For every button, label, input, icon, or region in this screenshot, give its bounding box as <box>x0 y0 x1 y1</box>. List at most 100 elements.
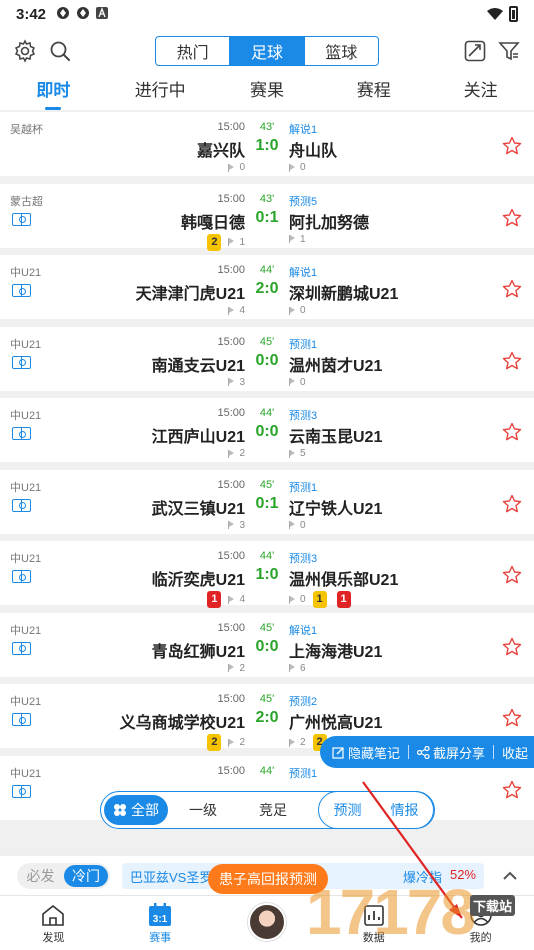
toggle-lengmen[interactable]: 冷门 <box>64 865 108 887</box>
nav-discover-label: 发现 <box>42 932 65 944</box>
favorite-star-icon[interactable] <box>502 136 522 156</box>
corner-flag-icon <box>289 163 296 172</box>
tab-schedule[interactable]: 赛程 <box>320 76 427 110</box>
home-corners: 3 <box>239 376 245 388</box>
status-bar: 3:42 <box>0 0 534 28</box>
away-team: 舟山队 <box>289 143 338 160</box>
hide-notes-button[interactable]: 隐藏笔记 <box>332 743 400 762</box>
filter-predict-button[interactable]: 预测 <box>319 800 376 820</box>
calendar-icon-text: 3:1 <box>153 914 168 925</box>
favorite-star-icon[interactable] <box>502 637 522 657</box>
match-row[interactable]: 中U21 15:00 45' 预测1 南通支云U21 0:0 温州茵才U21 3 0 <box>0 326 534 391</box>
pitch-icon[interactable] <box>12 212 31 226</box>
pitch-icon[interactable] <box>12 427 31 440</box>
sport-segmented-control: 热门 足球 篮球 <box>155 36 379 66</box>
screenshot-share-button[interactable]: 截屏分享 <box>417 743 485 762</box>
app-notification-icon <box>56 6 70 23</box>
match-tag-link[interactable]: 解说1 <box>289 264 317 280</box>
search-icon[interactable] <box>45 36 75 66</box>
nav-matches-label: 赛事 <box>149 932 172 944</box>
home-stats: 22 <box>204 734 245 751</box>
match-row[interactable]: 蒙古超 15:00 43' 预测5 韩嘎日德 0:1 阿扎加努德 2 1 1 <box>0 183 534 251</box>
nav-matches[interactable]: 3:1 赛事 <box>107 896 214 950</box>
match-time: 15:00 <box>217 693 245 705</box>
corner-flag-icon <box>228 738 235 747</box>
pitch-icon[interactable] <box>12 355 31 369</box>
match-score: 0:0 <box>255 351 279 369</box>
bifa-lengmen-toggle[interactable]: 必发 冷门 <box>17 863 110 889</box>
favorite-star-icon[interactable] <box>502 565 522 585</box>
filter-icon[interactable] <box>494 36 524 66</box>
corner-flag-icon <box>228 378 235 386</box>
match-tag-link[interactable]: 预测2 <box>289 693 317 709</box>
match-row[interactable]: 中U21 15:00 45' 解说1 青岛红狮U21 0:0 上海海港U21 2 6 <box>0 612 534 677</box>
match-tag-link[interactable]: 预测3 <box>289 550 317 566</box>
favorite-star-icon[interactable] <box>502 351 522 371</box>
tab-live[interactable]: 即时 <box>0 76 107 110</box>
filter-all-button[interactable]: 全部 <box>104 795 168 825</box>
corner-flag-icon <box>289 664 296 672</box>
match-tag-link[interactable]: 预测1 <box>289 765 317 781</box>
match-time: 15:00 <box>217 621 245 634</box>
favorite-star-icon[interactable] <box>502 279 522 299</box>
match-score: 1:0 <box>255 566 279 583</box>
filter-jingzu-button[interactable]: 竞足 <box>238 800 308 820</box>
filter-level1-button[interactable]: 一级 <box>168 800 238 820</box>
favorite-star-icon[interactable] <box>502 780 522 800</box>
league-name: 中U21 <box>10 267 42 279</box>
pitch-icon[interactable] <box>12 641 31 655</box>
favorite-star-icon[interactable] <box>502 422 522 442</box>
away-stats: 5 <box>289 448 306 459</box>
red-card-badge: 1 <box>207 591 222 608</box>
tab-following[interactable]: 关注 <box>427 76 534 110</box>
corner-flag-icon <box>289 449 296 458</box>
away-corners: 0 <box>300 594 306 605</box>
match-tag-link[interactable]: 预测3 <box>289 407 317 423</box>
home-corners: 4 <box>239 305 245 316</box>
match-row[interactable]: 中U21 15:00 44' 解说1 天津津门虎U21 2:0 深圳新鹏城U21 4 0 <box>0 255 534 319</box>
tab-results[interactable]: 赛果 <box>214 76 321 110</box>
segment-hot[interactable]: 热门 <box>156 37 231 65</box>
settings-gear-icon[interactable] <box>10 36 40 66</box>
match-row[interactable]: 吴越杯 15:00 43' 解说1 嘉兴队 1:0 舟山队 0 0 <box>0 112 534 176</box>
match-row[interactable]: 中U21 15:00 44' 预测3 江西庐山U21 0:0 云南玉昆U21 2 5 <box>0 398 534 462</box>
yellow-card-badge: 2 <box>207 233 222 251</box>
match-row[interactable]: 中U21 15:00 44' 预测3 临沂奕虎U21 1:0 温州俱乐部U21 1 4 0 1 1 <box>0 541 534 608</box>
match-tag-link[interactable]: 预测5 <box>289 193 317 209</box>
favorite-star-icon[interactable] <box>502 708 522 728</box>
match-tag-link[interactable]: 预测1 <box>289 336 317 352</box>
pitch-icon[interactable] <box>12 784 31 798</box>
match-tag-link[interactable]: 预测1 <box>289 479 317 495</box>
pitch-icon[interactable] <box>12 284 31 297</box>
trend-chart-icon[interactable] <box>460 36 490 66</box>
away-team: 温州茵才U21 <box>289 357 383 375</box>
pitch-icon[interactable] <box>12 498 31 512</box>
corner-flag-icon <box>289 235 296 243</box>
favorite-star-icon[interactable] <box>502 494 522 514</box>
league-name: 中U21 <box>10 553 42 565</box>
match-score: 0:1 <box>255 494 279 512</box>
collapse-button[interactable]: 收起 <box>502 743 528 762</box>
match-tag-link[interactable]: 解说1 <box>289 622 317 638</box>
segment-basketball[interactable]: 篮球 <box>305 37 378 65</box>
chevron-up-icon[interactable] <box>502 868 518 884</box>
favorite-star-icon[interactable] <box>502 208 522 228</box>
nav-discover[interactable]: 发现 <box>0 896 107 950</box>
away-team: 辽宁铁人U21 <box>289 500 383 518</box>
toggle-bifa[interactable]: 必发 <box>17 866 64 886</box>
nav-avatar[interactable] <box>214 896 321 950</box>
segment-football[interactable]: 足球 <box>230 37 305 65</box>
match-time: 15:00 <box>217 192 245 205</box>
away-team: 广州悦高U21 <box>289 715 383 732</box>
match-minute: 45' <box>259 478 275 491</box>
match-row[interactable]: 中U21 15:00 45' 预测1 武汉三镇U21 0:1 辽宁铁人U21 3 0 <box>0 469 534 534</box>
home-corners: 2 <box>239 737 245 748</box>
filter-report-button[interactable]: 情报 <box>376 800 433 820</box>
filter-all-label: 全部 <box>131 802 159 818</box>
pitch-icon[interactable] <box>12 713 31 726</box>
league-name: 蒙古超 <box>10 195 43 208</box>
pitch-icon[interactable] <box>12 570 31 583</box>
tab-in-progress[interactable]: 进行中 <box>107 76 214 110</box>
match-tag-link[interactable]: 解说1 <box>289 121 317 137</box>
corner-flag-icon <box>228 595 235 604</box>
